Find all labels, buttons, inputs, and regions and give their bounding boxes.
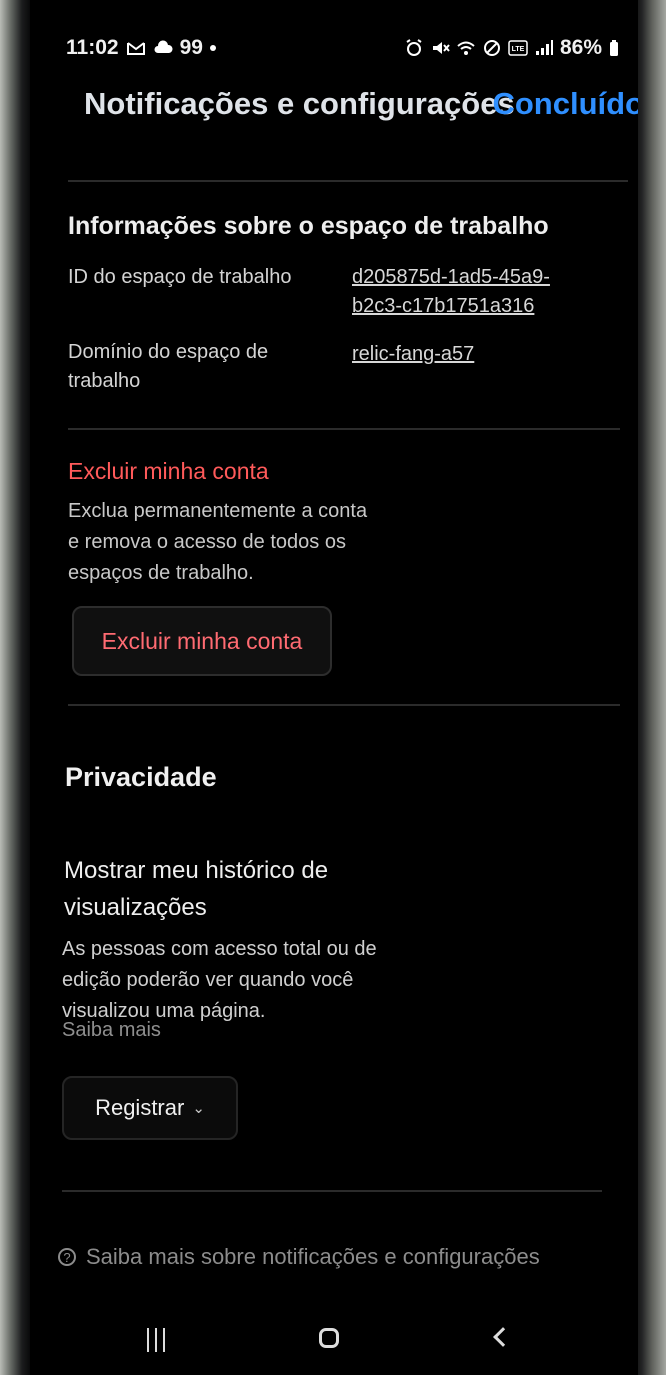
back-icon[interactable] xyxy=(480,1319,520,1361)
history-description: As pessoas com acesso total ou de edição… xyxy=(62,938,377,1022)
chevron-down-icon: ⌄ xyxy=(192,1100,205,1117)
svg-text:LTE: LTE xyxy=(512,46,525,53)
battery-percent: 86% xyxy=(559,36,602,59)
workspace-domain-label: Domínio do espaço de trabalho xyxy=(68,341,269,392)
help-icon: ? xyxy=(58,1248,76,1266)
workspace-domain-value[interactable]: relic-fang-a57 xyxy=(352,340,552,369)
battery-icon xyxy=(608,39,628,57)
phone-frame: 11:02 99 LTE 86% Notificações e configur… xyxy=(0,0,666,1375)
navigation-bar xyxy=(30,1305,638,1375)
history-title: Mostrar meu histórico de visualizações xyxy=(64,857,329,921)
recent-apps-icon[interactable] xyxy=(136,1319,176,1361)
footer-divider xyxy=(62,1190,602,1192)
notification-count: 99 xyxy=(179,36,203,59)
alarm-icon xyxy=(404,39,424,57)
mute-icon xyxy=(430,39,450,57)
workspace-id-label: ID do espaço de trabalho xyxy=(68,266,292,288)
app-screen: 11:02 99 LTE 86% Notificações e configur… xyxy=(30,0,638,1375)
delete-account-title: Excluir minha conta xyxy=(68,458,269,484)
history-select-value: Registrar xyxy=(95,1095,185,1120)
privacy-title: Privacidade xyxy=(65,762,217,792)
signal-icon xyxy=(534,39,554,57)
workspace-id-value[interactable]: d205875d-1ad5-45a9-b2c3-c17b1751a316 xyxy=(352,263,592,321)
notification-dot-icon xyxy=(209,45,216,51)
help-link-text: Saiba mais sobre notificações e configur… xyxy=(86,1244,540,1269)
do-not-disturb-icon xyxy=(482,39,502,57)
top-divider xyxy=(68,180,628,182)
status-bar: 11:02 99 LTE 86% xyxy=(30,30,638,70)
recent-line-3 xyxy=(163,1328,165,1352)
privacy-divider xyxy=(68,704,620,706)
recent-line-2 xyxy=(155,1328,157,1352)
volte-icon: LTE xyxy=(508,39,528,57)
wifi-icon xyxy=(456,39,476,57)
history-select[interactable]: Registrar ⌄ xyxy=(62,1076,238,1140)
home-icon[interactable] xyxy=(310,1319,350,1361)
page-title: Notificações e configurações xyxy=(84,86,515,121)
help-link[interactable]: ? Saiba mais sobre notificações e config… xyxy=(58,1244,638,1270)
status-time: 11:02 xyxy=(66,36,119,59)
status-left: 11:02 99 xyxy=(66,36,216,60)
header: Notificações e configurações Concluído xyxy=(30,80,638,136)
workspace-info-title: Informações sobre o espaço de trabalho xyxy=(68,212,549,240)
recent-line-1 xyxy=(147,1328,149,1352)
section-divider xyxy=(68,428,620,430)
delete-account-button[interactable]: Excluir minha conta xyxy=(72,606,332,676)
gmail-icon xyxy=(126,39,146,57)
status-right: LTE 86% xyxy=(404,36,628,60)
cloud-icon xyxy=(153,39,173,57)
learn-more-link[interactable]: Saiba mais xyxy=(62,1019,161,1037)
done-button[interactable]: Concluído xyxy=(492,86,638,122)
delete-account-description: Exclua permanentemente a conta e remova … xyxy=(68,500,368,584)
